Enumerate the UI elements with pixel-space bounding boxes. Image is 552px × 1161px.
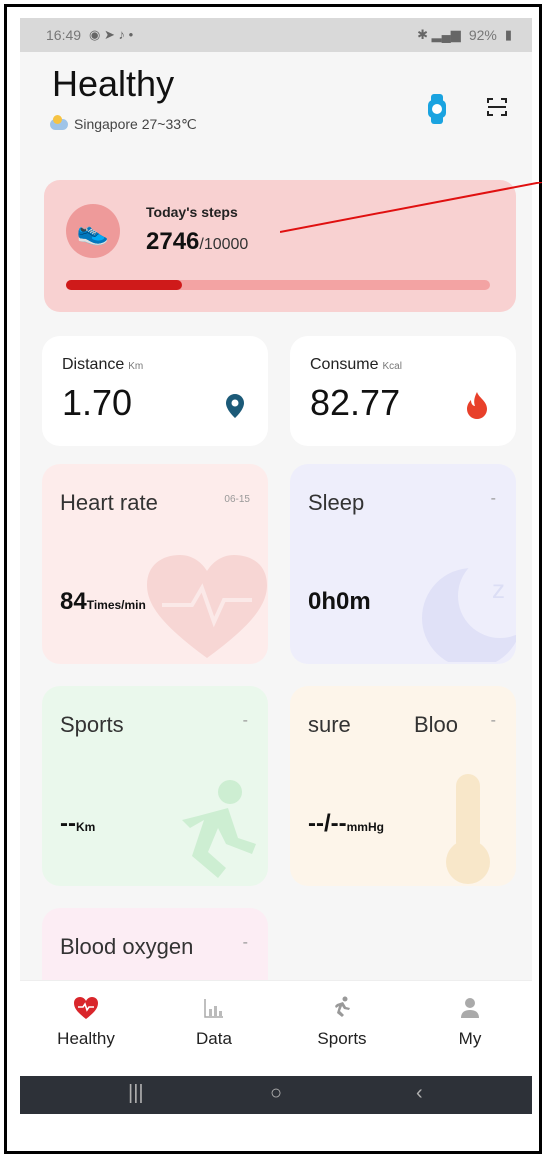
- heart-rate-date: 06-15: [224, 494, 250, 505]
- steps-progress-bar: [66, 280, 490, 290]
- back-icon[interactable]: ‹: [416, 1082, 423, 1105]
- sports-unit: Km: [75, 820, 96, 834]
- system-navigation-bar: ||| ○ ‹: [20, 1076, 532, 1114]
- nav-label-data: Data: [196, 1029, 232, 1048]
- blood-pressure-title-b: Bloo: [414, 712, 459, 737]
- blood-pressure-dash: -: [490, 712, 496, 729]
- heart-icon: [36, 991, 136, 1025]
- distance-value: 1.70: [62, 382, 133, 423]
- blood-pressure-unit: mmHg: [346, 820, 384, 834]
- nav-item-data[interactable]: Data: [164, 991, 264, 1049]
- moon-decor-icon: z: [422, 556, 516, 662]
- shoe-icon: 👟: [66, 204, 120, 258]
- nav-label-sports: Sports: [317, 1029, 367, 1048]
- weather-info: Singapore 27~33℃: [50, 115, 197, 133]
- scan-icon[interactable]: [486, 96, 508, 118]
- steps-goal: /10000: [199, 236, 249, 253]
- nav-item-sports[interactable]: Sports: [292, 991, 392, 1049]
- heart-decor-icon: [147, 555, 267, 658]
- blood-oxygen-title: Blood oxygen: [60, 934, 194, 959]
- sports-dash: -: [242, 712, 248, 729]
- steps-progress-fill: [66, 280, 183, 290]
- running-icon: [292, 991, 392, 1025]
- watch-icon[interactable]: [426, 94, 448, 124]
- sports-value: --: [60, 810, 76, 837]
- steps-count: 2746: [146, 228, 200, 255]
- runner-decor-icon: [182, 780, 256, 878]
- consume-card[interactable]: Consume Kcal 82.77: [290, 336, 516, 446]
- heart-rate-value: 84: [60, 588, 87, 615]
- blood-pressure-value: --/--: [308, 810, 347, 837]
- consume-label: Consume: [310, 356, 379, 373]
- distance-card[interactable]: Distance Km 1.70: [42, 336, 268, 446]
- consume-unit: Kcal: [382, 361, 402, 372]
- status-time: 16:49: [46, 27, 82, 43]
- annotation-line: [280, 182, 542, 233]
- nav-item-my[interactable]: My: [420, 991, 520, 1049]
- nav-label-healthy: Healthy: [57, 1029, 115, 1048]
- sleep-dash: -: [490, 490, 496, 507]
- sports-title: Sports: [60, 712, 124, 737]
- signal-icons: ✱ ▂▄▆: [417, 27, 461, 42]
- distance-unit: Km: [128, 361, 144, 372]
- blood-pressure-card[interactable]: sure Bloo - --/--mmHg: [290, 686, 516, 886]
- blood-oxygen-dash: -: [242, 934, 248, 951]
- heart-rate-unit: Times/min: [86, 598, 146, 612]
- bottom-navigation: Healthy Data Sports My: [20, 980, 532, 1077]
- page-title: Healthy: [52, 63, 175, 104]
- recent-apps-icon[interactable]: |||: [128, 1082, 144, 1105]
- home-icon[interactable]: ○: [270, 1082, 282, 1105]
- steps-value: 2746/10000: [146, 228, 248, 256]
- weather-text: Singapore 27~33℃: [74, 116, 197, 132]
- thermometer-decor-icon: [446, 774, 490, 884]
- sports-card[interactable]: Sports - --Km: [42, 686, 268, 886]
- status-bar: 16:49 ◉ ➤ ♪ • ✱ ▂▄▆ 92% ▮: [20, 18, 532, 52]
- sleep-card[interactable]: Sleep - z 0h0m: [290, 464, 516, 664]
- battery-level: 92%: [468, 27, 497, 43]
- heart-rate-card[interactable]: Heart rate 06-15 84Times/min: [42, 464, 268, 664]
- consume-value: 82.77: [310, 382, 401, 423]
- steps-label: Today's steps: [146, 204, 238, 220]
- svg-text:z: z: [492, 574, 505, 604]
- heart-rate-title: Heart rate: [60, 490, 158, 515]
- location-pin-icon: [226, 394, 244, 418]
- profile-icon: [420, 991, 520, 1025]
- battery-icon: ▮: [504, 27, 512, 42]
- weather-icon: [50, 115, 68, 130]
- sleep-value: 0h0m: [308, 588, 371, 615]
- distance-label: Distance: [62, 356, 125, 373]
- flame-icon: [467, 392, 487, 419]
- nav-item-healthy[interactable]: Healthy: [36, 991, 136, 1049]
- bar-chart-icon: [164, 991, 264, 1025]
- sleep-title: Sleep: [308, 490, 365, 515]
- nav-label-my: My: [458, 1029, 482, 1048]
- notification-icons: ◉ ➤ ♪ •: [89, 27, 134, 42]
- blood-pressure-title-a: sure: [308, 712, 351, 737]
